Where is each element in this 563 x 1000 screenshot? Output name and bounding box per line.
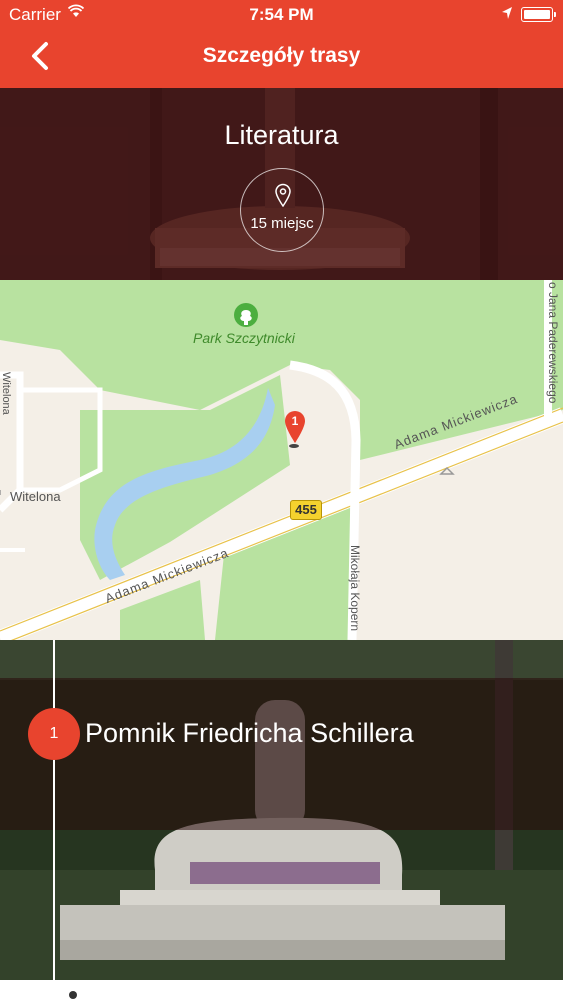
status-bar: Carrier 7:54 PM	[0, 0, 563, 30]
places-count: 15 miejsc	[250, 215, 314, 232]
park-label: Park Szczytnicki	[193, 330, 295, 346]
street-label-witelona-vertical: Witelona	[0, 372, 12, 415]
location-icon	[69, 991, 77, 999]
marker-number: 1	[291, 414, 299, 428]
battery-icon	[521, 7, 556, 22]
location-arrow-icon	[502, 7, 512, 19]
navigation-bar: Carrier 7:54 PM Szczegóły trasy	[0, 0, 563, 88]
map-marker[interactable]: 1	[284, 410, 306, 444]
place-name: Pomnik Friedricha Schillera	[85, 718, 414, 748]
places-count-badge: 15 miejsc	[240, 168, 324, 252]
place-cell[interactable]: Pomnik Friedricha Schillera	[0, 640, 563, 980]
place-number-badge: 1	[28, 708, 80, 760]
timeline-line	[53, 640, 55, 1000]
street-label-witelona: Witelona	[10, 489, 61, 504]
page-title: Szczegóły trasy	[202, 44, 361, 67]
street-label-paderewskiego: o Jana Paderewskiego	[546, 282, 560, 404]
next-cell-strip	[0, 980, 563, 1000]
map-pin-icon	[275, 183, 291, 207]
street-label-kopernika: Mikołaja Kopern	[348, 545, 362, 632]
route-header: Literatura 15 miejsc	[0, 88, 563, 280]
road-number-badge: 455	[290, 500, 322, 520]
status-time: 7:54 PM	[249, 5, 314, 24]
route-title: Literatura	[224, 120, 339, 150]
route-map[interactable]: Park Szczytnicki Witelona Adama Mickiewi…	[0, 280, 563, 640]
